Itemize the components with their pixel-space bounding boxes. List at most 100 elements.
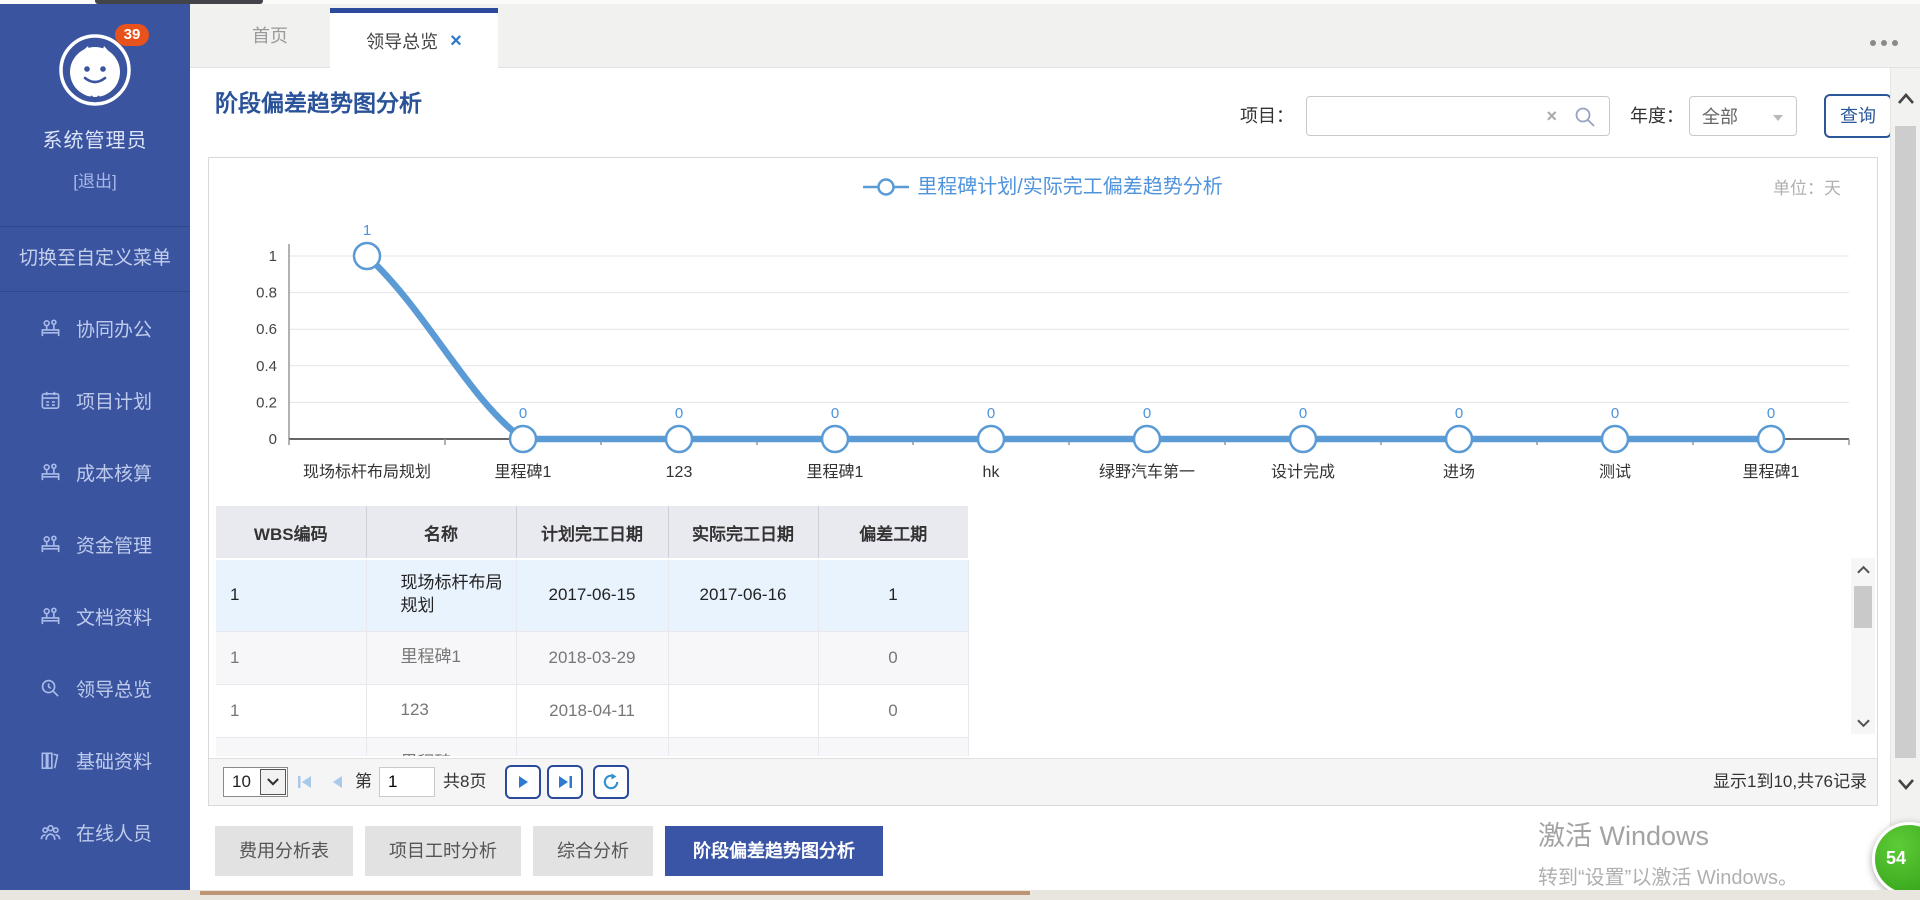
sidebar-item-label: 项目计划 bbox=[76, 387, 152, 414]
table-cell: 0 bbox=[818, 631, 968, 684]
table-cell: 2018-05-31 bbox=[516, 737, 668, 756]
first-page-button[interactable] bbox=[287, 765, 323, 799]
table-cell: 1 bbox=[216, 737, 366, 756]
sidebar-menu: 协同办公项目计划成本核算资金管理文档资料领导总览基础资料在线人员 bbox=[0, 292, 190, 868]
table-header-row: WBS编码名称计划完工日期实际完工日期偏差工期 bbox=[216, 506, 968, 559]
page-size-select[interactable]: 10 bbox=[223, 767, 288, 797]
bottom-tab-stage-deviation[interactable]: 阶段偏差趋势图分析 bbox=[665, 826, 883, 876]
table-scrollbar-thumb[interactable] bbox=[1854, 586, 1872, 628]
svg-text:里程碑1: 里程碑1 bbox=[1743, 463, 1800, 481]
total-pages-label: 共8页 bbox=[443, 759, 486, 805]
prev-page-button[interactable] bbox=[319, 765, 355, 799]
scroll-up-icon[interactable] bbox=[1891, 84, 1920, 112]
svg-text:测试: 测试 bbox=[1599, 463, 1631, 481]
svg-text:现场标杆布局规划: 现场标杆布局规划 bbox=[303, 463, 431, 481]
sidebar-item-funds[interactable]: 资金管理 bbox=[0, 508, 190, 580]
chevron-down-icon bbox=[1772, 106, 1784, 127]
assistant-badge-value: 54 bbox=[1886, 848, 1906, 869]
svg-text:0: 0 bbox=[1611, 405, 1619, 422]
table-cell: 里程碑1 bbox=[366, 737, 516, 756]
close-icon[interactable]: × bbox=[450, 31, 462, 51]
page-scrollbar-thumb[interactable] bbox=[1895, 126, 1916, 758]
svg-text:0: 0 bbox=[831, 405, 839, 422]
table-cell: 123 bbox=[366, 684, 516, 737]
clear-icon[interactable]: × bbox=[1546, 106, 1557, 126]
svg-text:绿野汽车第一: 绿野汽车第一 bbox=[1099, 463, 1195, 481]
menu-switch-button[interactable]: 切换至自定义菜单 bbox=[0, 226, 190, 292]
page-number-input[interactable] bbox=[379, 767, 435, 797]
sidebar-item-label: 在线人员 bbox=[76, 819, 152, 846]
search-icon[interactable] bbox=[1573, 105, 1597, 129]
main-content: 阶段偏差趋势图分析 项目： × 年度： 全部 查询 里程碑计划/实际完工偏差趋势… bbox=[190, 68, 1890, 890]
legend-marker-icon bbox=[863, 177, 909, 197]
table-cell bbox=[668, 737, 818, 756]
taskbar-edge bbox=[0, 890, 1920, 900]
user-name: 系统管理员 bbox=[0, 124, 190, 153]
scroll-down-icon[interactable] bbox=[1851, 712, 1875, 734]
chart-legend[interactable]: 里程碑计划/实际完工偏差趋势分析 bbox=[209, 170, 1877, 199]
table-row[interactable]: 1现场标杆布局规划2017-06-152017-06-161 bbox=[216, 559, 968, 631]
table-cell: 2018-03-29 bbox=[516, 631, 668, 684]
sidebar-item-collab[interactable]: 协同办公 bbox=[0, 292, 190, 364]
pagination-bar: 10 第 共8页 显示1到10,共76记录 bbox=[209, 758, 1877, 805]
last-page-button[interactable] bbox=[547, 765, 583, 799]
svg-text:里程碑1: 里程碑1 bbox=[495, 463, 552, 481]
svg-text:0: 0 bbox=[1767, 405, 1775, 422]
sidebar-item-label: 领导总览 bbox=[76, 675, 152, 702]
bottom-tab-comprehensive[interactable]: 综合分析 bbox=[533, 826, 653, 876]
table-row[interactable]: 1里程碑12018-03-290 bbox=[216, 631, 968, 684]
table-cell: 0 bbox=[818, 684, 968, 737]
svg-text:0.6: 0.6 bbox=[256, 321, 277, 338]
bottom-tab-hours-analysis[interactable]: 项目工时分析 bbox=[365, 826, 521, 876]
svg-text:0: 0 bbox=[1455, 405, 1463, 422]
svg-text:0.2: 0.2 bbox=[256, 394, 277, 411]
deviation-trend-chart[interactable]: 00.20.40.60.811现场标杆布局规划0里程碑101230里程碑10hk… bbox=[223, 196, 1863, 496]
query-button[interactable]: 查询 bbox=[1824, 94, 1892, 138]
svg-text:里程碑1: 里程碑1 bbox=[807, 463, 864, 481]
sidebar-item-online[interactable]: 在线人员 bbox=[0, 796, 190, 868]
logout-link[interactable]: [退出] bbox=[0, 167, 190, 192]
table-header-cell: 偏差工期 bbox=[818, 506, 968, 559]
tab-home[interactable]: 首页 bbox=[230, 4, 310, 68]
table-cell: 2018-04-11 bbox=[516, 684, 668, 737]
tab-leader-overview[interactable]: 领导总览 × bbox=[330, 8, 498, 68]
project-search-input[interactable] bbox=[1307, 97, 1609, 135]
sidebar-item-docs[interactable]: 文档资料 bbox=[0, 580, 190, 652]
sidebar-item-plan[interactable]: 项目计划 bbox=[0, 364, 190, 436]
page-scrollbar[interactable] bbox=[1890, 68, 1920, 890]
table-cell: 2017-06-16 bbox=[668, 559, 818, 631]
legend-label: 里程碑计划/实际完工偏差趋势分析 bbox=[917, 176, 1223, 198]
table-header-cell: 名称 bbox=[366, 506, 516, 559]
record-info: 显示1到10,共76记录 bbox=[1713, 759, 1867, 805]
scroll-down-icon[interactable] bbox=[1891, 770, 1920, 798]
sidebar-item-label: 基础资料 bbox=[76, 747, 152, 774]
chevron-down-icon bbox=[260, 769, 286, 795]
year-select[interactable]: 全部 bbox=[1689, 96, 1797, 136]
table-cell: 2017-06-15 bbox=[516, 559, 668, 631]
sidebar-item-base[interactable]: 基础资料 bbox=[0, 724, 190, 796]
team-icon bbox=[38, 532, 62, 556]
page-size-value: 10 bbox=[224, 768, 259, 796]
tab-overflow-menu-icon[interactable] bbox=[1870, 40, 1898, 46]
svg-text:0: 0 bbox=[269, 431, 277, 448]
sidebar-item-overview[interactable]: 领导总览 bbox=[0, 652, 190, 724]
svg-text:0: 0 bbox=[1143, 405, 1151, 422]
sidebar-item-cost[interactable]: 成本核算 bbox=[0, 436, 190, 508]
svg-text:1: 1 bbox=[363, 222, 371, 239]
svg-text:0.4: 0.4 bbox=[256, 358, 277, 375]
svg-text:1: 1 bbox=[269, 248, 277, 265]
table-row[interactable]: 11232018-04-110 bbox=[216, 684, 968, 737]
table-cell: 里程碑1 bbox=[366, 631, 516, 684]
table-row-partial[interactable]: 1里程碑12018-05-310 bbox=[216, 737, 968, 756]
taskbar-edge-line bbox=[200, 891, 1030, 895]
table-cell: 1 bbox=[818, 559, 968, 631]
bottom-tab-cost-analysis[interactable]: 费用分析表 bbox=[215, 826, 353, 876]
avatar[interactable]: 39 bbox=[57, 32, 133, 108]
svg-text:0: 0 bbox=[675, 405, 683, 422]
table-scrollbar[interactable] bbox=[1851, 558, 1875, 734]
page-prefix-label: 第 bbox=[355, 759, 372, 805]
next-page-button[interactable] bbox=[505, 765, 541, 799]
refresh-button[interactable] bbox=[593, 765, 629, 799]
scroll-up-icon[interactable] bbox=[1851, 558, 1875, 580]
tab-bar: 首页 领导总览 × bbox=[190, 4, 1920, 68]
